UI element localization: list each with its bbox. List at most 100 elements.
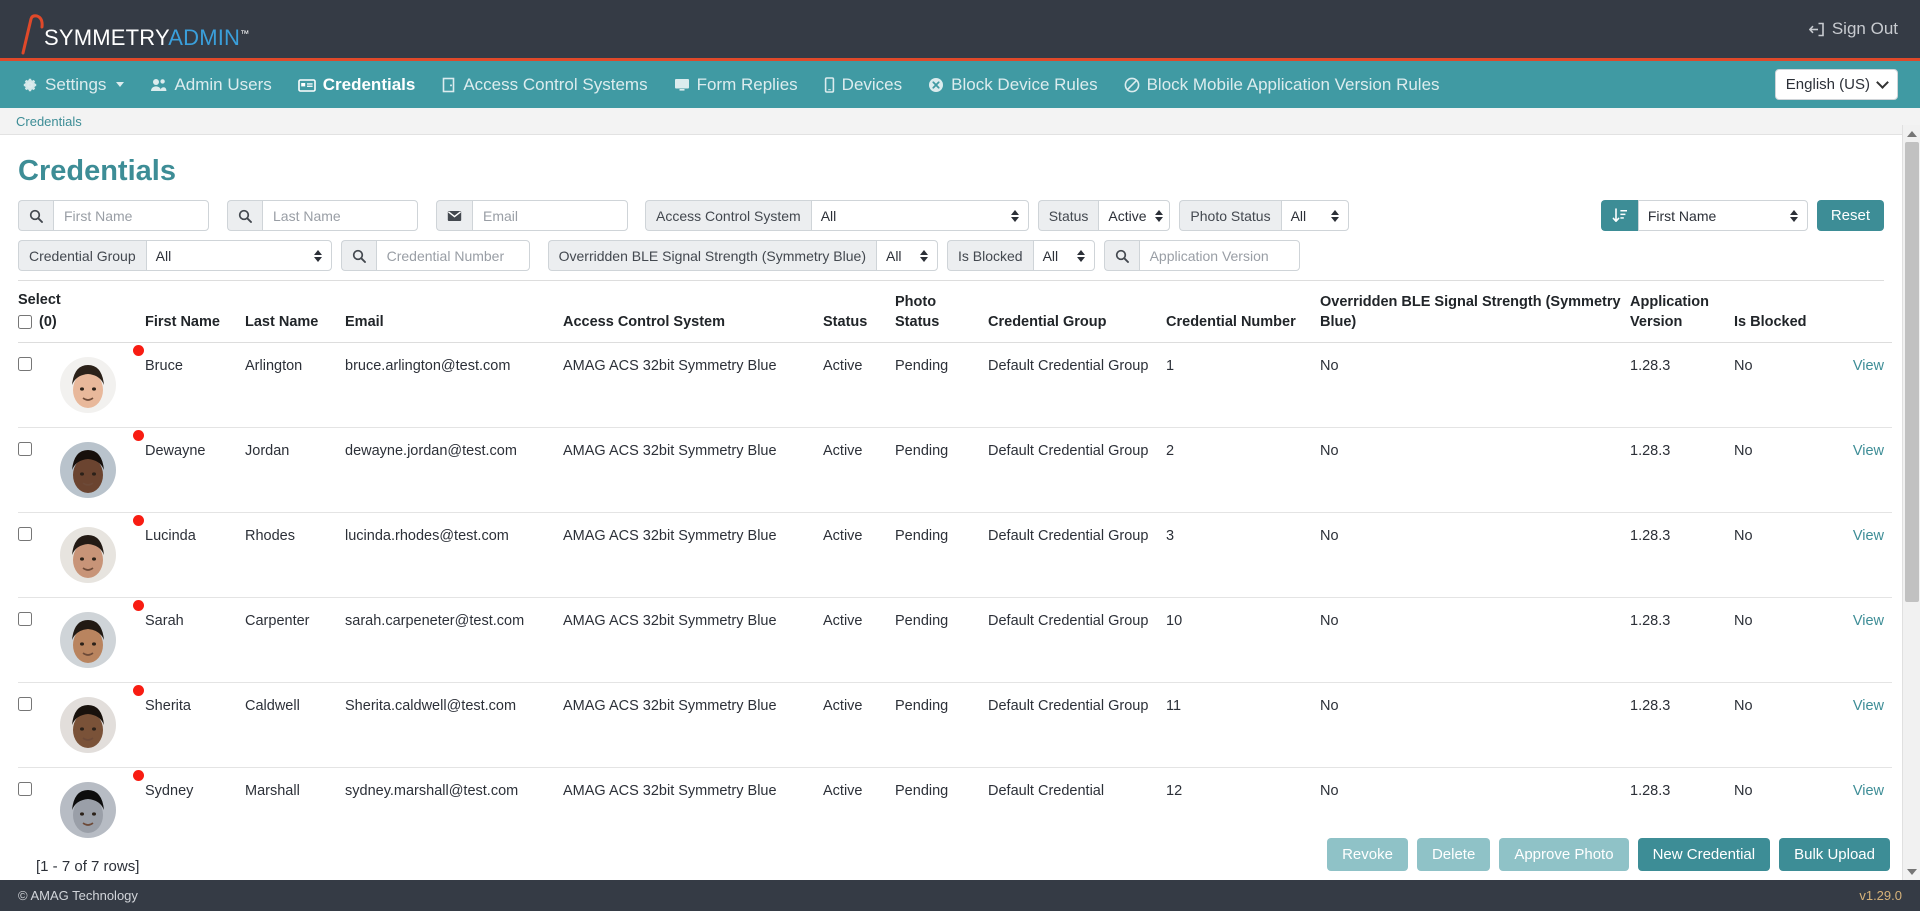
table-row[interactable]: Dewayne Jordan dewayne.jordan@test.com AMAG… <box>18 427 1893 513</box>
table-row[interactable]: Sarah Carpenter sarah.carpeneter@test.com A… <box>18 597 1893 683</box>
table-row[interactable]: Lucinda Rhodes lucinda.rhodes@test.com AMAG… <box>18 512 1893 598</box>
access-control-system-filter-label: Access Control System <box>645 200 811 231</box>
col-email: Email <box>345 313 384 330</box>
reset-button[interactable]: Reset <box>1816 200 1884 231</box>
new-credential-button[interactable]: New Credential <box>1637 838 1771 871</box>
cell-first-name: Sherita <box>145 682 246 768</box>
cell-credential-group: Default Credential Group <box>988 512 1167 598</box>
cell-access-control-system: AMAG ACS 32bit Symmetry Blue <box>563 597 824 683</box>
cell-overridden-ble-signal-strength: No <box>1320 682 1631 768</box>
view-link[interactable]: View <box>1853 783 1884 799</box>
row-checkbox[interactable] <box>18 442 32 457</box>
view-link[interactable]: View <box>1853 613 1884 629</box>
footer-version: v1.29.0 <box>1859 888 1902 903</box>
revoke-button[interactable]: Revoke <box>1327 838 1408 871</box>
delete-button[interactable]: Delete <box>1416 838 1491 871</box>
view-link[interactable]: View <box>1853 528 1884 544</box>
row-select-cell <box>18 767 60 853</box>
col-access-control-system: Access Control System <box>563 313 725 330</box>
approve-photo-button[interactable]: Approve Photo <box>1499 838 1629 871</box>
overridden-ble-signal-strength-filter: Overridden BLE Signal Strength (Symmetry… <box>547 240 938 271</box>
nav-item-block-device-rules[interactable]: Block Device Rules <box>915 61 1110 108</box>
select-count: (0) <box>39 313 57 330</box>
photo-status-select[interactable]: All <box>1280 200 1349 231</box>
scroll-up-button[interactable] <box>1903 125 1920 142</box>
credential-number-input[interactable]: Credential Number <box>375 240 530 271</box>
cell-email: bruce.arlington@test.com <box>345 342 564 428</box>
cell-access-control-system: AMAG ACS 32bit Symmetry Blue <box>563 512 824 598</box>
row-avatar-cell <box>60 597 146 683</box>
row-checkbox[interactable] <box>18 697 32 712</box>
avatar <box>60 357 116 414</box>
scroll-down-button[interactable] <box>1903 863 1920 880</box>
cell-actions: View <box>1830 682 1893 768</box>
nav-item-admin-users-label: Admin Users <box>174 74 272 94</box>
col-credential-number: Credential Number <box>1166 313 1296 330</box>
col-photo-status: Photo Status <box>895 294 940 330</box>
nav-item-credentials-label: Credentials <box>322 74 416 94</box>
cell-photo-status: Pending <box>895 512 989 598</box>
cell-status: Active <box>823 767 896 853</box>
sort-icon[interactable] <box>1600 200 1638 231</box>
language-selector[interactable]: English (US) <box>1774 69 1898 100</box>
app-logo[interactable]: SYMMETRYADMIN™ <box>18 7 253 55</box>
mobile-icon <box>824 76 835 93</box>
bulk-upload-button[interactable]: Bulk Upload <box>1779 838 1890 871</box>
cell-photo-status: Pending <box>895 342 989 428</box>
breadcrumb-item-credentials[interactable]: Credentials <box>16 114 82 129</box>
select-arrows-icon <box>1010 209 1019 222</box>
last-name-input[interactable]: Last Name <box>262 200 418 231</box>
row-checkbox[interactable] <box>18 527 32 542</box>
nav-item-settings[interactable]: Settings <box>22 61 137 108</box>
status-select[interactable]: Active <box>1098 200 1171 231</box>
table-head: Select (0) First Name Last Name Email Ac… <box>18 281 1892 343</box>
row-checkbox[interactable] <box>18 612 32 627</box>
view-link[interactable]: View <box>1853 443 1884 459</box>
cell-credential-number: 11 <box>1166 682 1321 768</box>
credential-group-select[interactable]: All <box>145 240 332 271</box>
credentials-table: Select (0) First Name Last Name Email Ac… <box>18 281 1893 853</box>
nav-item-form-replies[interactable]: Form Replies <box>661 61 811 108</box>
top-bar-right: Sign Out <box>1808 19 1898 39</box>
select-arrows-icon <box>1789 209 1798 222</box>
access-control-system-select[interactable]: All <box>810 200 1029 231</box>
email-input[interactable]: Email <box>472 200 628 231</box>
table-row[interactable]: Sherita Caldwell Sherita.caldwell@test.com… <box>18 682 1893 768</box>
application-version-input[interactable]: Application Version <box>1138 240 1300 271</box>
is-blocked-select[interactable]: All <box>1032 240 1095 271</box>
col-overridden-ble-signal-strength: Overridden BLE Signal Strength (Symmetry… <box>1320 294 1621 330</box>
view-link[interactable]: View <box>1853 358 1884 374</box>
credential-group-filter-label: Credential Group <box>18 240 146 271</box>
first-name-input[interactable]: First Name <box>53 200 209 231</box>
logo-trademark: ™ <box>240 28 250 39</box>
col-select: Select (0) <box>18 281 145 343</box>
cell-email: Sherita.caldwell@test.com <box>345 682 564 768</box>
table-header-row: Select (0) First Name Last Name Email Ac… <box>18 281 1892 343</box>
nav-item-devices[interactable]: Devices <box>811 61 915 108</box>
nav-item-credentials[interactable]: Credentials <box>285 61 429 108</box>
view-link[interactable]: View <box>1853 698 1884 714</box>
nav-item-block-mobile-application-version-rules[interactable]: Block Mobile Application Version Rules <box>1111 61 1453 108</box>
col-status: Status <box>823 313 868 330</box>
overridden-ble-signal-strength-select[interactable]: All <box>875 240 938 271</box>
nav-item-access-control-systems[interactable]: Access Control Systems <box>428 61 660 108</box>
cell-access-control-system: AMAG ACS 32bit Symmetry Blue <box>563 427 824 513</box>
row-checkbox[interactable] <box>18 357 32 372</box>
nav-item-admin-users[interactable]: Admin Users <box>137 61 284 108</box>
select-all-checkbox[interactable] <box>18 315 32 330</box>
sign-out-button[interactable]: Sign Out <box>1808 19 1898 39</box>
cell-is-blocked: No <box>1734 342 1831 428</box>
cell-application-version: 1.28.3 <box>1630 682 1735 768</box>
vertical-scrollbar[interactable] <box>1902 125 1920 880</box>
cell-actions: View <box>1830 427 1893 513</box>
filter-row-2: Credential Group All Credential Number O… <box>18 240 1884 271</box>
cell-status: Active <box>823 682 896 768</box>
row-avatar-cell <box>60 682 146 768</box>
nav-item-access-control-systems-label: Access Control Systems <box>463 74 648 94</box>
table-row[interactable]: Bruce Arlington bruce.arlington@test.com AM… <box>18 342 1893 428</box>
col-is-blocked: Is Blocked <box>1734 313 1807 330</box>
sort-select[interactable]: First Name <box>1637 200 1808 231</box>
nav-item-devices-label: Devices <box>841 74 903 94</box>
scrollbar-thumb[interactable] <box>1905 142 1919 602</box>
row-checkbox[interactable] <box>18 782 32 797</box>
